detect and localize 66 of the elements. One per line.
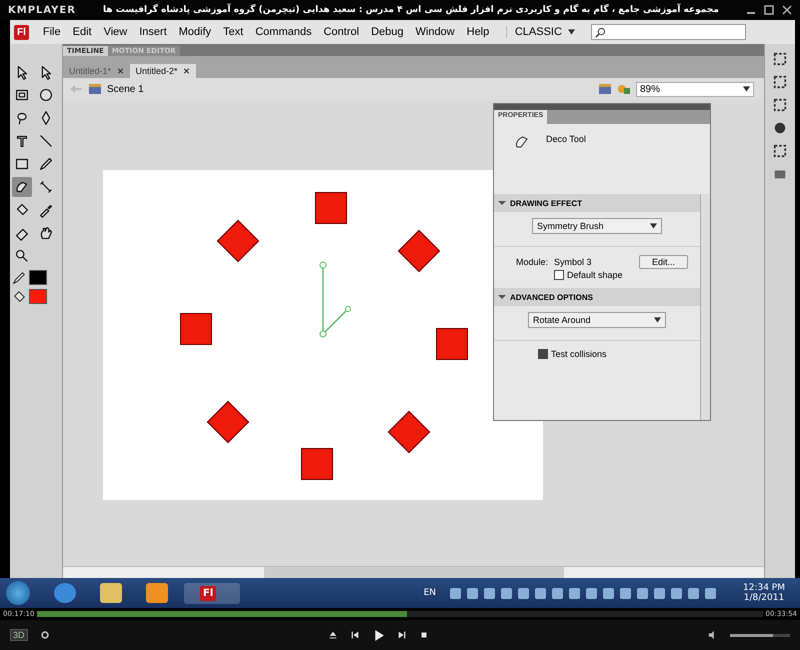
section-header[interactable]: ADVANCED OPTIONS bbox=[494, 288, 700, 306]
caret-icon bbox=[650, 223, 657, 229]
workspace-switcher[interactable]: CLASSIC bbox=[506, 26, 583, 38]
square-shape bbox=[301, 448, 333, 480]
video-title: مجموعه آموزشی جامع ، گام به گام و کاربردی نرم افزار فلش سی اس ۴ مدرس : سعید هدایی (تیچرمن) گروه آموزشی پادشاه گرافیست ها bbox=[102, 5, 720, 15]
module-label: Module: bbox=[516, 257, 548, 267]
menu-item[interactable]: Debug bbox=[365, 26, 410, 38]
taskbar-app-button[interactable]: Fl bbox=[184, 582, 240, 604]
deco-tool-icon[interactable] bbox=[12, 177, 32, 197]
stop-icon[interactable] bbox=[419, 630, 430, 640]
scene-label: Scene 1 bbox=[107, 84, 144, 94]
clock-time: 12:34 PM bbox=[743, 583, 785, 593]
module-value: Symbol 3 bbox=[554, 257, 592, 267]
app-logo: Fl bbox=[14, 24, 29, 40]
menu-item[interactable]: Window bbox=[410, 26, 461, 38]
menu-item[interactable]: Commands bbox=[249, 26, 318, 38]
menu-item[interactable]: Modify bbox=[172, 26, 218, 38]
deco-tool-icon bbox=[514, 134, 530, 150]
eject-icon[interactable] bbox=[328, 630, 338, 640]
menu-item[interactable]: Text bbox=[217, 26, 250, 38]
clock-date: 1/8/2011 bbox=[744, 593, 784, 603]
language-indicator[interactable]: EN bbox=[424, 588, 436, 598]
3d-button[interactable]: 3D bbox=[10, 629, 28, 641]
seek-bar[interactable] bbox=[37, 611, 763, 617]
start-button[interactable] bbox=[6, 581, 30, 605]
shapes-icon[interactable] bbox=[617, 83, 631, 95]
volume-slider[interactable] bbox=[730, 634, 790, 636]
stroke-swatch[interactable] bbox=[29, 270, 47, 285]
menu-item[interactable]: Control bbox=[318, 26, 366, 38]
clapper-icon bbox=[88, 83, 102, 95]
menu-item[interactable]: View bbox=[98, 26, 134, 38]
horizontal-scrollbar[interactable] bbox=[63, 566, 764, 578]
tool-name: Deco Tool bbox=[546, 134, 586, 146]
menu-item[interactable]: Edit bbox=[66, 26, 98, 38]
zoom-dropdown[interactable]: 89% bbox=[636, 82, 754, 96]
checkbox-label: Test collisions bbox=[551, 349, 607, 359]
square-shape bbox=[180, 313, 212, 345]
document-tab[interactable]: Untitled-2* bbox=[130, 64, 196, 78]
app-logo: Fl bbox=[200, 586, 216, 600]
advanced-dropdown[interactable]: Rotate Around bbox=[528, 312, 666, 328]
fill-swatch[interactable] bbox=[29, 289, 47, 304]
menu-item[interactable]: Help bbox=[460, 26, 496, 38]
caret-icon bbox=[654, 317, 661, 323]
edit-button[interactable]: Edit... bbox=[638, 255, 688, 269]
caret-icon bbox=[568, 29, 575, 35]
square-shape bbox=[436, 328, 468, 360]
player-brand: KMPLAYER bbox=[8, 4, 76, 16]
checkbox-label: Default shape bbox=[567, 270, 623, 280]
menu-item[interactable]: File bbox=[36, 26, 67, 38]
clapper-icon[interactable] bbox=[598, 83, 612, 95]
default-shape-checkbox[interactable] bbox=[554, 270, 564, 280]
section-header[interactable]: DRAWING EFFECT bbox=[494, 194, 700, 212]
close-icon[interactable] bbox=[782, 5, 792, 15]
test-collisions-checkbox[interactable] bbox=[538, 349, 548, 359]
close-icon[interactable] bbox=[183, 68, 190, 74]
next-icon[interactable] bbox=[397, 630, 408, 640]
square-shape bbox=[315, 192, 347, 224]
panel-scrollbar[interactable] bbox=[700, 194, 710, 420]
menu-item[interactable]: Insert bbox=[133, 26, 173, 38]
search-field[interactable] bbox=[591, 24, 746, 40]
caret-icon bbox=[743, 86, 750, 92]
search-icon bbox=[595, 26, 606, 38]
effect-dropdown[interactable]: Symmetry Brush bbox=[532, 218, 662, 234]
close-icon[interactable] bbox=[116, 68, 124, 74]
maximize-icon[interactable] bbox=[764, 5, 774, 15]
previous-icon[interactable] bbox=[350, 630, 360, 640]
